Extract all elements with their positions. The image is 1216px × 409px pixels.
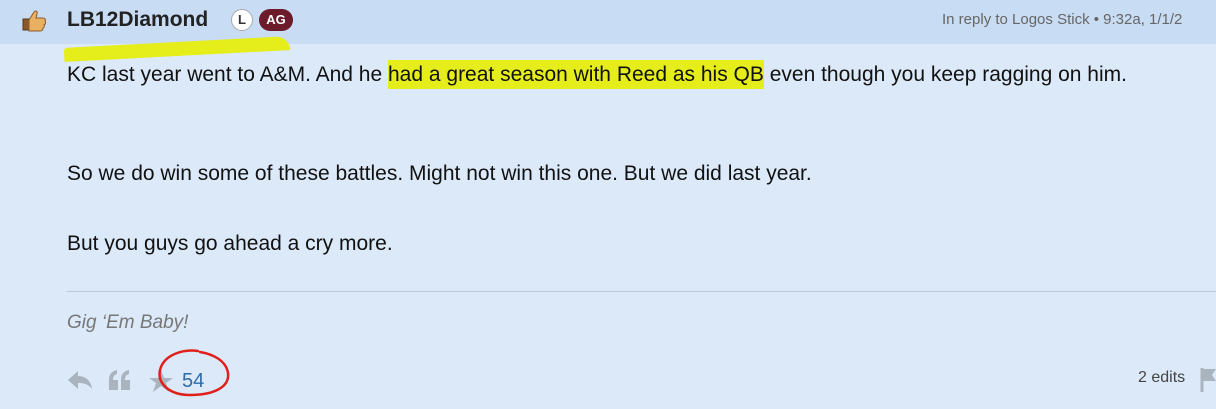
post-paragraph-2: So we do win some of these battles. Migh…	[67, 162, 812, 185]
post-paragraph-3: But you guys go ahead a cry more.	[67, 232, 393, 255]
post-text-1a: KC last year went to A&M. And he	[67, 63, 388, 86]
edits-count[interactable]: 2 edits	[1138, 369, 1185, 387]
username-link[interactable]: LB12Diamond	[67, 8, 208, 32]
post-text-1b: even though you keep ragging on him.	[763, 63, 1127, 86]
reply-icon[interactable]	[67, 369, 93, 391]
badge-l: L	[231, 9, 253, 31]
signature: Gig ‘Em Baby!	[67, 312, 189, 333]
highlighted-text: had a great season with Reed as his QB	[388, 60, 764, 89]
badge-ag: AG	[259, 9, 293, 31]
flag-icon[interactable]	[1200, 367, 1216, 393]
quote-icon[interactable]	[108, 369, 132, 391]
annotation-circle	[158, 349, 230, 397]
reply-info-link[interactable]: In reply to Logos Stick • 9:32a, 1/1/2	[942, 11, 1182, 28]
thumbs-up-icon	[22, 10, 47, 32]
signature-divider	[67, 291, 1216, 292]
post-paragraph-1: KC last year went to A&M. And he had a g…	[67, 58, 1197, 157]
post-body: KC last year went to A&M. And he had a g…	[67, 58, 1197, 260]
